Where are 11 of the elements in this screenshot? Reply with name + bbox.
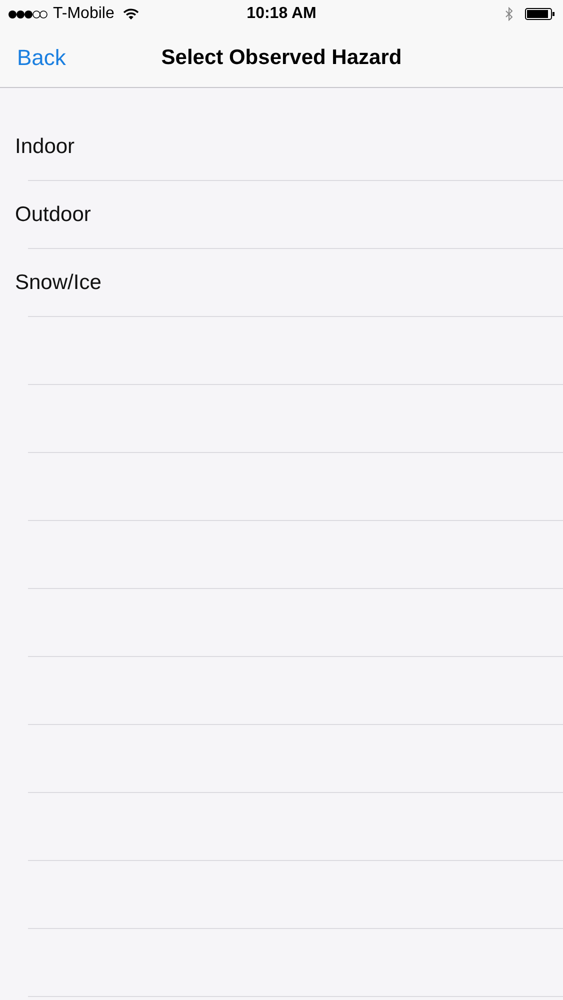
carrier-name: T-Mobile <box>53 5 114 23</box>
bluetooth-icon <box>505 7 513 21</box>
list-item[interactable]: Snow/Ice <box>15 270 102 294</box>
wifi-icon <box>123 8 140 20</box>
clock-time: 10:18 AM <box>246 5 316 23</box>
battery-icon <box>525 8 555 20</box>
signal-icon <box>8 10 48 18</box>
list-item[interactable]: Outdoor <box>15 202 91 226</box>
list-item[interactable]: Indoor <box>15 134 75 158</box>
screen-title: Select Observed Hazard <box>161 46 402 70</box>
back-link[interactable]: Back <box>17 44 66 70</box>
